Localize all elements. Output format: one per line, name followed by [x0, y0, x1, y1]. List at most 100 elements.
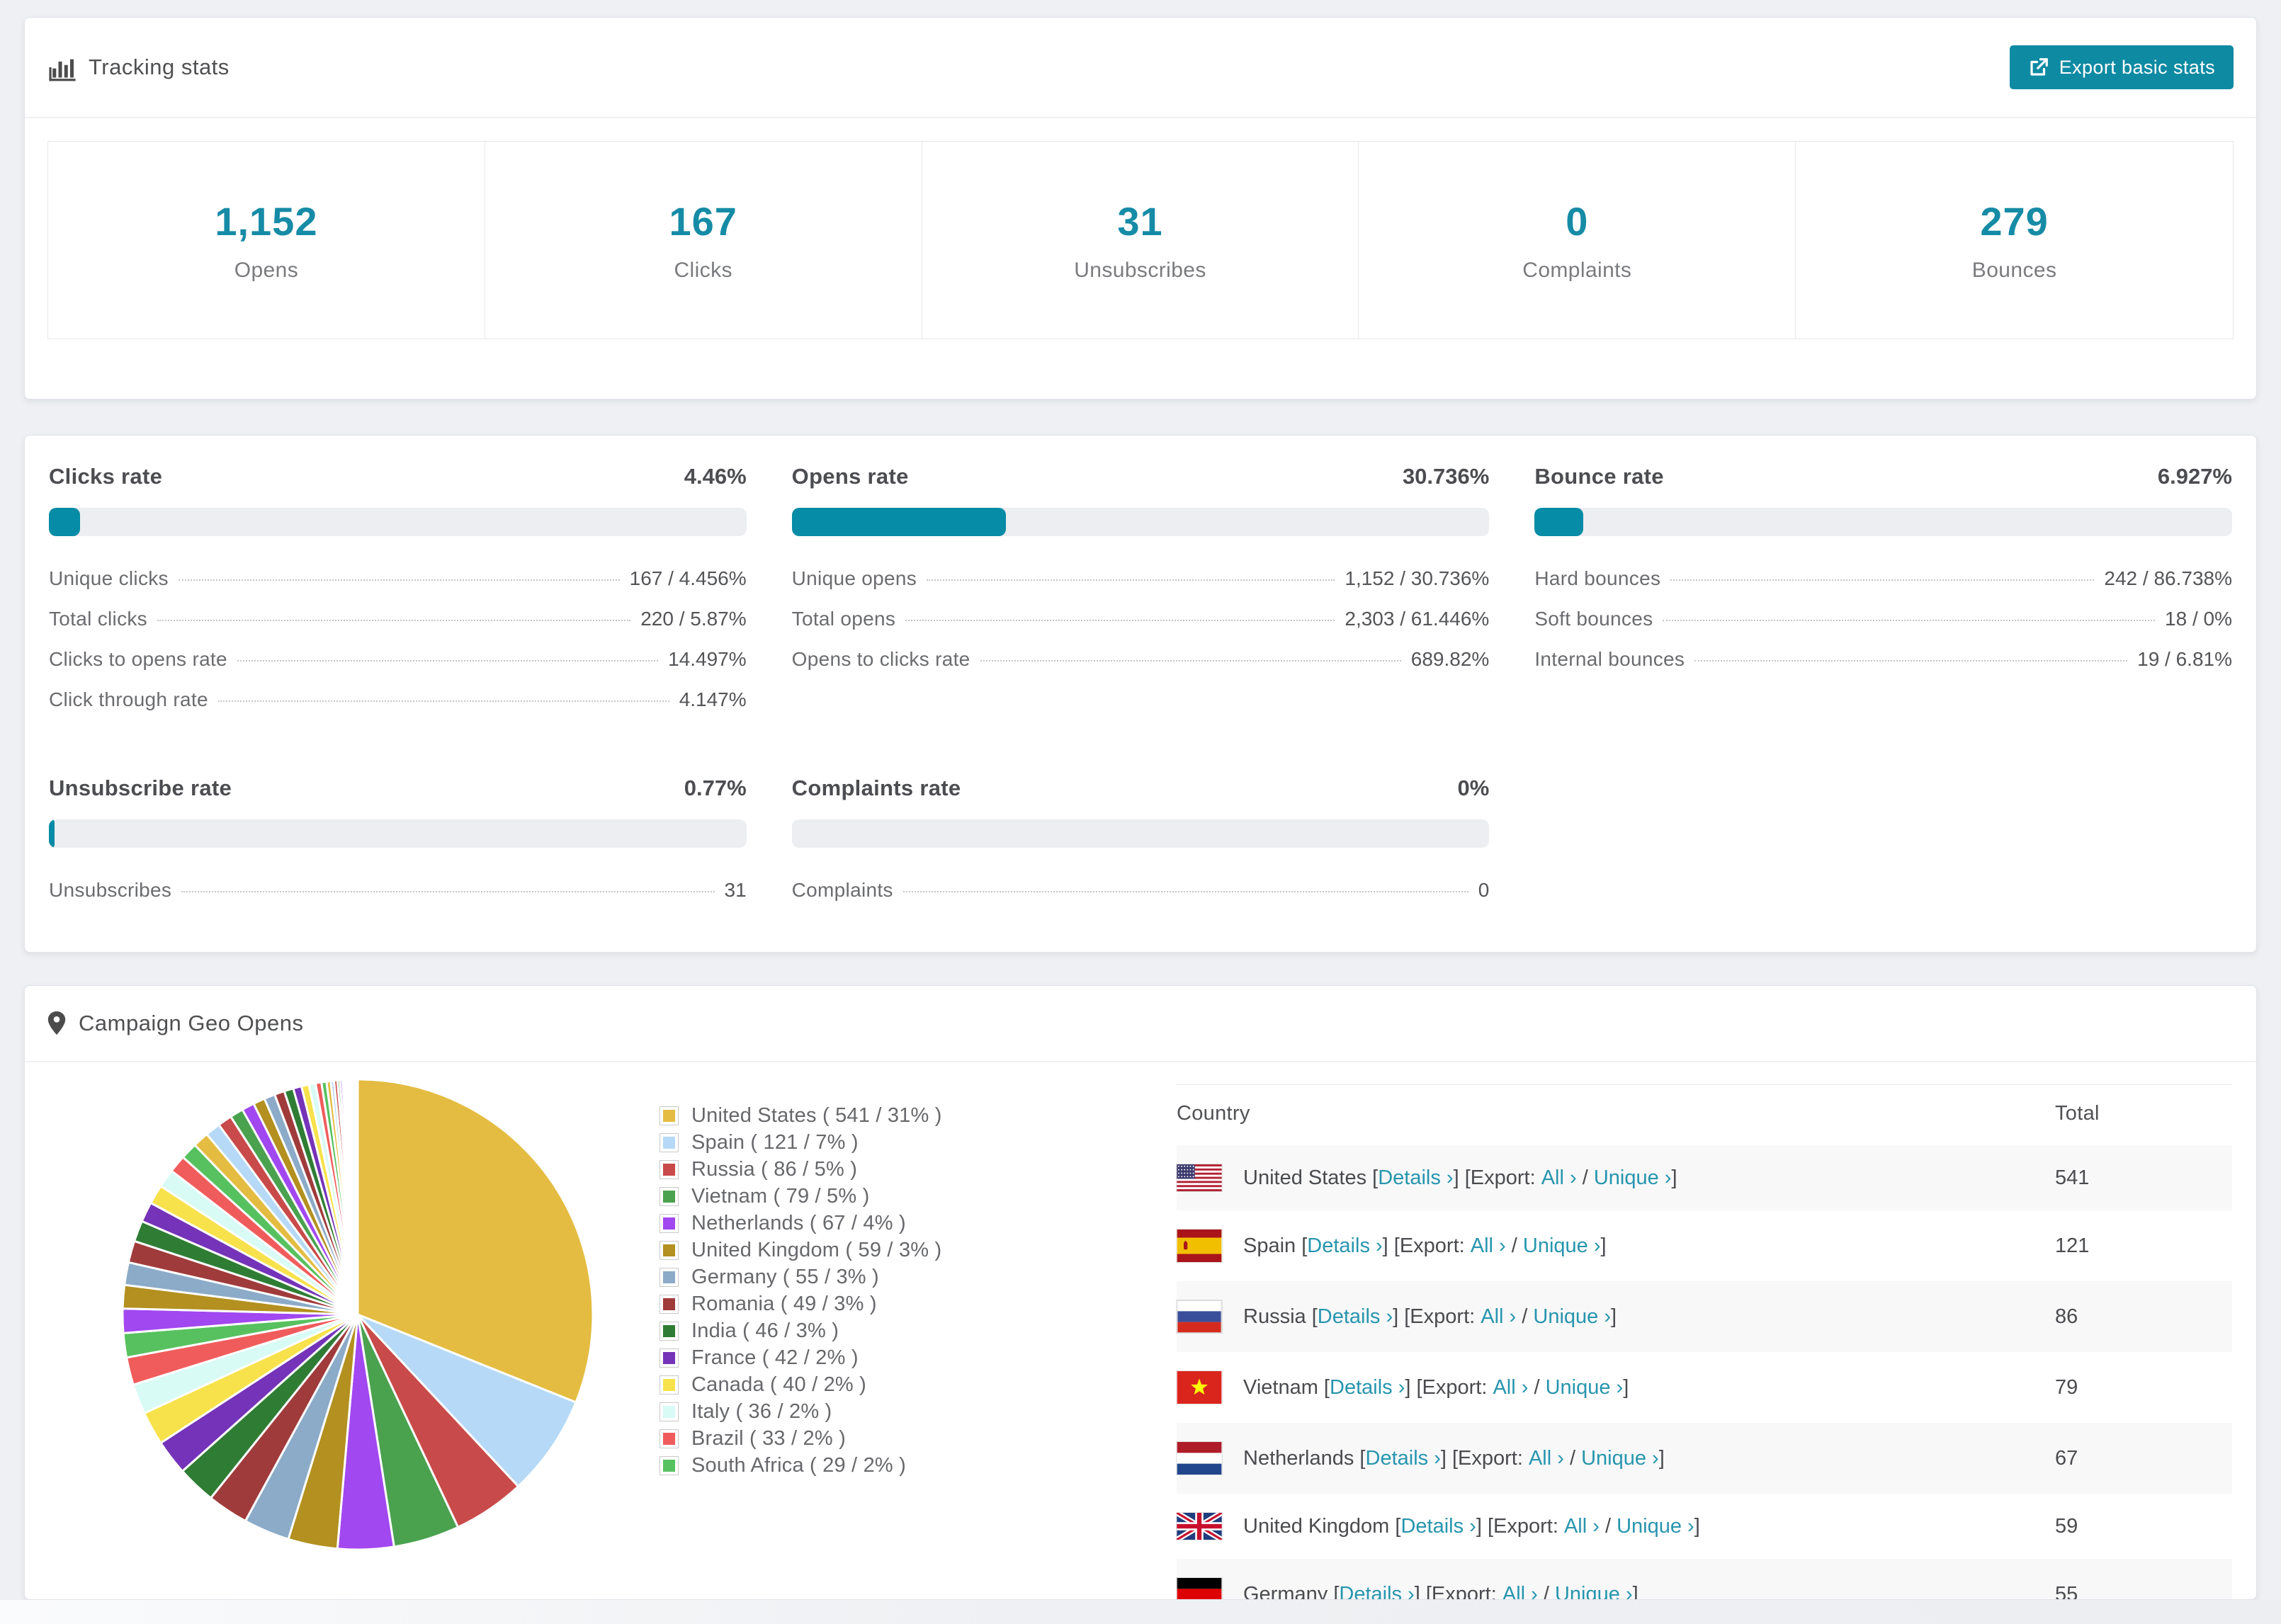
legend-label: Russia ( 86 / 5% ) — [691, 1158, 857, 1181]
flag-icon-es — [1177, 1230, 1222, 1262]
country-name: Spain — [1243, 1234, 1296, 1258]
legend-swatch — [660, 1187, 679, 1206]
rate-detail-row: Total clicks220 / 5.87% — [49, 608, 747, 648]
export-prefix-text: ] [Export: — [1415, 1583, 1502, 1601]
rate-card-unsubscribe-rate: Unsubscribe rate0.77%Unsubscribes31 — [49, 776, 747, 919]
legend-item-brazil[interactable]: Brazil ( 33 / 2% ) — [660, 1425, 1099, 1452]
legend-label: Netherlands ( 67 / 4% ) — [691, 1212, 906, 1235]
details-link[interactable]: Details › — [1330, 1376, 1405, 1399]
dotted-leader — [980, 660, 1401, 661]
dotted-leader — [179, 579, 620, 581]
rate-detail-label: Click through rate — [49, 688, 208, 711]
legend-item-netherlands[interactable]: Netherlands ( 67 / 4% ) — [660, 1210, 1099, 1237]
rate-card-opens-rate: Opens rate30.736%Unique opens1,152 / 30.… — [792, 464, 1490, 729]
legend-item-spain[interactable]: Spain ( 121 / 7% ) — [660, 1129, 1099, 1156]
export-unique-link[interactable]: Unique › — [1581, 1447, 1659, 1470]
geo-table-row-ru: Russia [Details ›] [Export: All › / Uniq… — [1177, 1281, 2232, 1352]
rate-progress-fill — [49, 819, 55, 848]
legend-item-france[interactable]: France ( 42 / 2% ) — [660, 1344, 1099, 1371]
slash-text: / — [1506, 1234, 1523, 1258]
stat-value: 279 — [1980, 198, 2048, 244]
rate-title: Complaints rate — [792, 776, 961, 801]
details-link[interactable]: Details › — [1339, 1583, 1414, 1601]
export-all-link[interactable]: All › — [1493, 1376, 1528, 1399]
legend-label: Canada ( 40 / 2% ) — [691, 1373, 866, 1397]
rate-card-complaints-rate: Complaints rate0%Complaints0 — [792, 776, 1490, 919]
slash-text: / — [1600, 1515, 1617, 1538]
slash-text: / — [1528, 1376, 1545, 1399]
tracking-stats-panel: Tracking stats Export basic stats 1,152O… — [24, 17, 2257, 399]
rate-detail-label: Unique clicks — [49, 567, 169, 590]
stat-value: 167 — [669, 198, 737, 244]
slash-text: / — [1516, 1305, 1533, 1329]
export-all-link[interactable]: All › — [1481, 1305, 1516, 1329]
stats-strip: 1,152Opens167Clicks31Unsubscribes0Compla… — [47, 141, 2234, 339]
country-name: United States — [1243, 1166, 1366, 1190]
country-total: 55 — [2055, 1559, 2232, 1600]
export-all-link[interactable]: All › — [1541, 1166, 1577, 1190]
export-all-link[interactable]: All › — [1529, 1447, 1564, 1470]
legend-item-italy[interactable]: Italy ( 36 / 2% ) — [660, 1398, 1099, 1425]
details-link[interactable]: Details › — [1400, 1515, 1476, 1538]
legend-item-united-states[interactable]: United States ( 541 / 31% ) — [660, 1102, 1099, 1129]
stat-value: 31 — [1117, 198, 1162, 244]
export-unique-link[interactable]: Unique › — [1555, 1583, 1633, 1601]
stat-cell-bounces: 279Bounces — [1796, 142, 2233, 339]
details-link[interactable]: Details › — [1318, 1305, 1393, 1329]
dotted-leader — [903, 891, 1468, 892]
rate-detail-value: 2,303 / 61.446% — [1345, 608, 1489, 630]
rate-value: 6.927% — [2158, 464, 2232, 489]
flag-icon-de — [1177, 1578, 1222, 1600]
legend-swatch — [660, 1375, 679, 1395]
export-basic-stats-button[interactable]: Export basic stats — [2010, 45, 2234, 89]
export-unique-link[interactable]: Unique › — [1533, 1305, 1611, 1329]
rate-title: Bounce rate — [1534, 464, 1663, 489]
legend-item-romania[interactable]: Romania ( 49 / 3% ) — [660, 1290, 1099, 1317]
stat-value: 0 — [1566, 198, 1588, 244]
dotted-leader — [927, 579, 1335, 581]
country-name: Russia — [1243, 1305, 1306, 1329]
legend-swatch — [660, 1160, 679, 1179]
legend-item-united-kingdom[interactable]: United Kingdom ( 59 / 3% ) — [660, 1237, 1099, 1264]
legend-item-india[interactable]: India ( 46 / 3% ) — [660, 1317, 1099, 1344]
export-prefix-text: ] [Export: — [1405, 1376, 1493, 1399]
legend-item-south-africa[interactable]: South Africa ( 29 / 2% ) — [660, 1452, 1099, 1479]
stat-cell-clicks: 167Clicks — [485, 142, 922, 339]
column-header-total: Total — [2055, 1085, 2232, 1146]
details-link[interactable]: Details › — [1366, 1447, 1441, 1470]
rate-detail-row: Hard bounces242 / 86.738% — [1534, 567, 2232, 608]
export-all-link[interactable]: All › — [1471, 1234, 1506, 1258]
rate-progress-bar — [792, 508, 1490, 536]
rate-value: 0% — [1458, 776, 1490, 801]
rate-detail-row: Internal bounces19 / 6.81% — [1534, 648, 2232, 688]
dotted-leader — [237, 660, 658, 661]
details-link[interactable]: Details › — [1378, 1166, 1453, 1190]
legend-label: Romania ( 49 / 3% ) — [691, 1293, 877, 1316]
dotted-leader — [218, 700, 669, 702]
rate-detail-row: Unique opens1,152 / 30.736% — [792, 567, 1490, 608]
rate-detail-row: Soft bounces18 / 0% — [1534, 608, 2232, 648]
export-unique-link[interactable]: Unique › — [1523, 1234, 1601, 1258]
legend-label: Germany ( 55 / 3% ) — [691, 1266, 879, 1289]
country-total: 121 — [2055, 1210, 2232, 1281]
rate-detail-row: Clicks to opens rate14.497% — [49, 648, 747, 688]
legend-item-germany[interactable]: Germany ( 55 / 3% ) — [660, 1264, 1099, 1290]
geo-header: Campaign Geo Opens — [25, 986, 2256, 1062]
export-all-link[interactable]: All › — [1502, 1583, 1538, 1601]
details-link[interactable]: Details › — [1307, 1234, 1382, 1258]
bracket-text: [ — [1296, 1234, 1307, 1258]
rate-detail-value: 220 / 5.87% — [640, 608, 746, 630]
legend-label: France ( 42 / 2% ) — [691, 1346, 859, 1370]
bar-chart-icon — [47, 53, 77, 81]
export-unique-link[interactable]: Unique › — [1546, 1376, 1624, 1399]
export-unique-link[interactable]: Unique › — [1594, 1166, 1672, 1190]
bracket-text: [ — [1354, 1447, 1365, 1470]
legend-item-russia[interactable]: Russia ( 86 / 5% ) — [660, 1156, 1099, 1183]
dotted-leader — [905, 620, 1335, 621]
pie-slice-other[interactable] — [357, 1079, 358, 1314]
legend-item-canada[interactable]: Canada ( 40 / 2% ) — [660, 1371, 1099, 1398]
legend-item-vietnam[interactable]: Vietnam ( 79 / 5% ) — [660, 1183, 1099, 1210]
export-all-link[interactable]: All › — [1564, 1515, 1600, 1538]
export-unique-link[interactable]: Unique › — [1617, 1515, 1694, 1538]
flag-icon-nl — [1177, 1442, 1222, 1475]
